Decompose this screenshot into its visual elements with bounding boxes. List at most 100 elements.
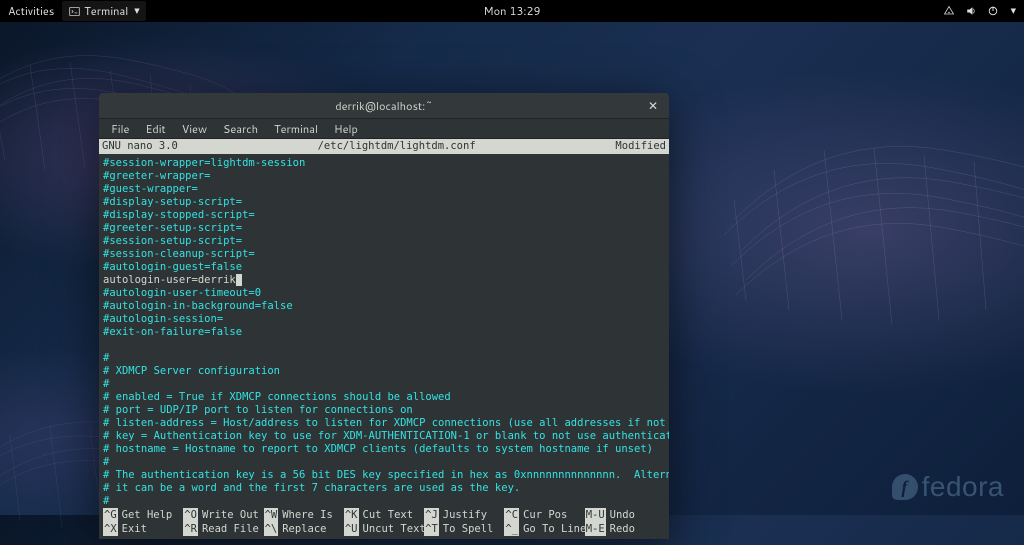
editor-line: # [103, 456, 665, 469]
fedora-watermark: f fedora [892, 471, 1004, 503]
clock[interactable]: Mon 13:29 [484, 3, 541, 19]
shortcut-label: Cut Text [363, 508, 414, 522]
menu-help[interactable]: Help [326, 118, 366, 140]
editor-line: #autologin-in-background=false [103, 300, 665, 313]
editor-line: #greeter-setup-script= [103, 222, 665, 235]
terminal-menubar: File Edit View Search Terminal Help [99, 119, 669, 139]
menu-terminal[interactable]: Terminal [266, 118, 326, 140]
shortcut-label: Undo [610, 508, 635, 522]
shortcut-key: ^O [183, 508, 198, 522]
shortcut-item: ^U Uncut Text [344, 522, 424, 536]
system-tray[interactable]: ▼ [943, 5, 1016, 17]
shortcut-item: ^T To Spell [424, 522, 504, 536]
nano-title-bar: GNU nano 3.0 /etc/lightdm/lightdm.conf M… [99, 139, 669, 154]
nano-shortcut-bar: ^GGet Help^OWrite Out^WWhere Is^KCut Tex… [99, 508, 669, 539]
shortcut-label: Where Is [282, 508, 333, 522]
editor-line: #autologin-session= [103, 313, 665, 326]
menu-file[interactable]: File [103, 118, 137, 140]
text-cursor [236, 274, 242, 286]
shortcut-label: Get Help [122, 508, 173, 522]
shortcut-label: Replace [282, 522, 326, 536]
shortcut-item: ^K Cut Text [344, 508, 424, 522]
nano-version: GNU nano 3.0 [102, 139, 178, 154]
app-name-label: Terminal [84, 3, 128, 19]
menu-edit[interactable]: Edit [137, 118, 173, 140]
editor-line: # XDMCP Server configuration [103, 365, 665, 378]
shortcut-item: ^J Justify [424, 508, 504, 522]
gnome-top-bar: Activities Terminal ▼ Mon 13:29 ▼ [0, 0, 1024, 22]
editor-line: autologin-user=derrik [103, 274, 665, 287]
shortcut-item: ^_ Go To Line [504, 522, 584, 536]
power-icon [987, 5, 999, 17]
shortcut-key: ^R [183, 522, 198, 536]
close-button[interactable]: ✕ [645, 98, 661, 114]
editor-line: #session-cleanup-script= [103, 248, 665, 261]
distro-label: fedora [922, 471, 1004, 503]
shortcut-key: ^_ [504, 522, 519, 536]
chevron-down-icon: ▼ [134, 6, 139, 16]
shortcut-label: Justify [443, 508, 487, 522]
shortcut-item: M-E Redo [585, 522, 665, 536]
shortcut-key: ^X [103, 522, 118, 536]
terminal-window: derrik@localhost:~ ✕ File Edit View Sear… [99, 93, 669, 539]
shortcut-key: ^C [504, 508, 519, 522]
editor-line: # [103, 378, 665, 391]
editor-line: # key = Authentication key to use for XD… [103, 430, 665, 443]
editor-line: # hostname = Hostname to report to XDMCP… [103, 443, 665, 456]
activities-button[interactable]: Activities [8, 3, 54, 19]
nano-filepath: /etc/lightdm/lightdm.conf [178, 139, 616, 154]
editor-line: # The authentication key is a 56 bit DES… [103, 469, 665, 482]
current-app-menu[interactable]: Terminal ▼ [62, 1, 145, 21]
shortcut-key: ^\ [264, 522, 279, 536]
editor-line: #autologin-user-timeout=0 [103, 287, 665, 300]
editor-line: # it can be a word and the first 7 chara… [103, 482, 665, 495]
network-icon [943, 5, 955, 17]
shortcut-item: ^X Exit [103, 522, 183, 536]
editor-line: # enabled = True if XDMCP connections sh… [103, 391, 665, 404]
shortcut-item: M-U Undo [585, 508, 665, 522]
shortcut-label: Read File [202, 522, 259, 536]
chevron-down-icon: ▼ [1011, 6, 1016, 16]
shortcut-item: ^G Get Help [103, 508, 183, 522]
shortcut-key: M-E [585, 522, 606, 536]
shortcut-item: ^R Read File [183, 522, 263, 536]
editor-line: #greeter-wrapper= [103, 170, 665, 183]
shortcut-label: Write Out [202, 508, 259, 522]
shortcut-item: ^\Replace [264, 522, 344, 536]
shortcut-label: Uncut Text [363, 522, 425, 536]
terminal-icon [68, 5, 80, 17]
menu-search[interactable]: Search [215, 118, 266, 140]
window-titlebar[interactable]: derrik@localhost:~ ✕ [99, 93, 669, 119]
editor-line: #exit-on-failure=false [103, 326, 665, 339]
editor-line [103, 339, 665, 352]
shortcut-label: To Spell [443, 522, 494, 536]
shortcut-key: ^T [424, 522, 439, 536]
shortcut-key: ^G [103, 508, 118, 522]
editor-line: #guest-wrapper= [103, 183, 665, 196]
editor-line: #session-wrapper=lightdm-session [103, 157, 665, 170]
shortcut-item: ^O Write Out [183, 508, 263, 522]
window-title: derrik@localhost:~ [335, 98, 433, 114]
volume-icon [965, 5, 977, 17]
shortcut-key: ^K [344, 508, 359, 522]
editor-line: # listen-address = Host/address to liste… [103, 417, 665, 430]
editor-line: #display-setup-script= [103, 196, 665, 209]
shortcut-label: Go To Line [523, 522, 585, 536]
shortcut-key: ^W [264, 508, 279, 522]
editor-line: #session-setup-script= [103, 235, 665, 248]
shortcut-label: Redo [610, 522, 635, 536]
shortcut-key: ^J [424, 508, 439, 522]
editor-line: # port = UDP/IP port to listen for conne… [103, 404, 665, 417]
fedora-logo-icon: f [892, 474, 918, 500]
shortcut-key: M-U [585, 508, 606, 522]
menu-view[interactable]: View [174, 118, 215, 140]
nano-editor-area[interactable]: #session-wrapper=lightdm-session#greeter… [99, 154, 669, 508]
editor-line: # [103, 495, 665, 508]
shortcut-label: Exit [122, 522, 147, 536]
shortcut-item: ^WWhere Is [264, 508, 344, 522]
shortcut-label: Cur Pos [523, 508, 567, 522]
editor-line: #display-stopped-script= [103, 209, 665, 222]
shortcut-item: ^C Cur Pos [504, 508, 584, 522]
editor-line: #autologin-guest=false [103, 261, 665, 274]
shortcut-key: ^U [344, 522, 359, 536]
